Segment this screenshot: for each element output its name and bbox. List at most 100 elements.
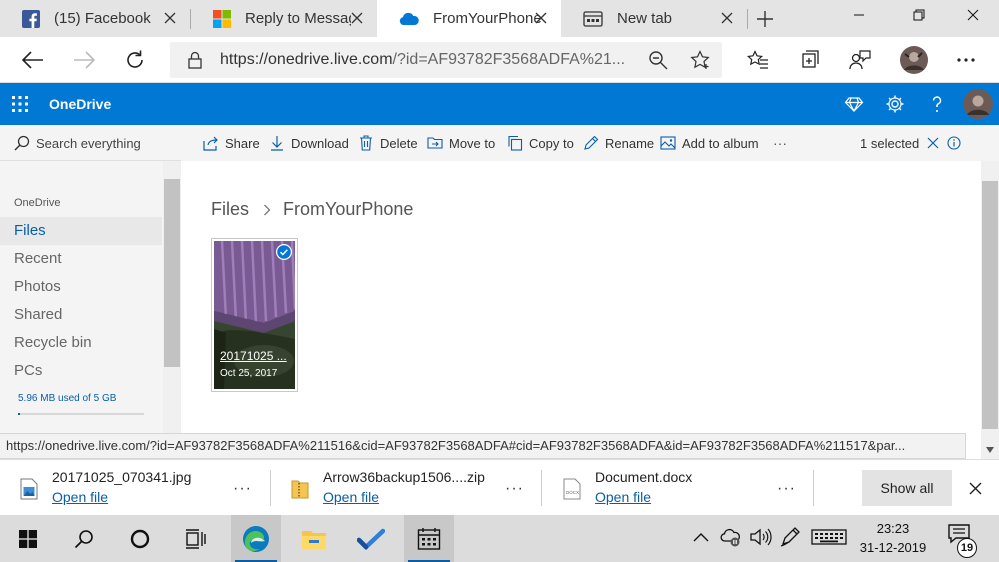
share-icon (203, 136, 218, 151)
close-icon[interactable] (969, 482, 982, 495)
nav-scrollbar[interactable] (163, 161, 181, 433)
close-icon[interactable] (533, 10, 549, 26)
onedrive-sync-icon[interactable] (720, 527, 742, 547)
volume-icon[interactable] (750, 527, 772, 547)
file-name[interactable]: 20171025 ... (220, 349, 287, 363)
storage-usage-text[interactable]: 5.96 MB used of 5 GB (18, 393, 116, 404)
new-tab-button[interactable] (742, 4, 788, 34)
download-item[interactable]: Arrow36backup1506....zip Open file ··· (291, 460, 541, 516)
cortana-button[interactable] (115, 515, 165, 562)
account-avatar[interactable] (963, 89, 993, 119)
notification-count-badge: 19 (957, 538, 977, 558)
action-center-button[interactable]: 19 (948, 524, 978, 558)
refresh-button[interactable] (122, 47, 148, 73)
show-all-downloads-button[interactable]: Show all (862, 470, 952, 506)
download-divider (813, 470, 814, 506)
nav-item-photos[interactable]: Photos (0, 273, 162, 301)
download-item[interactable]: 20171025_070341.jpg Open file ··· (20, 460, 270, 516)
pen-ink-icon[interactable] (780, 527, 802, 547)
app-title[interactable]: OneDrive (49, 96, 111, 112)
start-button[interactable] (3, 515, 53, 562)
clear-selection-icon[interactable] (927, 137, 939, 149)
taskbar-todo[interactable] (346, 515, 396, 562)
nav-item-files[interactable]: Files (0, 217, 162, 245)
task-view-button[interactable] (171, 515, 221, 562)
taskbar-calendar[interactable] (404, 515, 454, 562)
move-to-button[interactable]: Move to (427, 125, 495, 161)
collections-button[interactable] (796, 47, 822, 73)
nav-item-pcs[interactable]: PCs (0, 357, 162, 385)
file-explorer-folder-icon (302, 530, 326, 549)
scrollbar-thumb[interactable] (982, 181, 998, 429)
close-icon[interactable] (162, 10, 178, 26)
download-item[interactable]: DOCX Document.docx Open file ··· (563, 460, 813, 516)
tab-facebook[interactable]: (15) Facebook (0, 0, 190, 37)
clock-time: 23:23 (876, 521, 910, 536)
photo-image (214, 241, 295, 389)
file-tile[interactable]: 20171025 ... Oct 25, 2017 (211, 238, 298, 392)
command-bar: Share Download Delete Move to Copy to Re… (181, 125, 999, 161)
calendar-icon (417, 527, 441, 550)
more-commands-button[interactable]: ··· (773, 125, 787, 161)
cortana-circle-icon (130, 529, 150, 548)
touch-keyboard-icon[interactable] (811, 527, 847, 547)
zoom-icon[interactable] (648, 50, 668, 70)
main-scrollbar[interactable] (981, 161, 999, 459)
premium-diamond-icon[interactable] (844, 94, 864, 114)
favorite-star-icon[interactable] (690, 50, 710, 70)
search-input[interactable]: Search everything (0, 125, 181, 161)
info-icon[interactable] (947, 136, 961, 150)
search-placeholder: Search everything (36, 136, 141, 151)
forward-button[interactable] (71, 47, 97, 73)
nav-item-recent[interactable]: Recent (0, 245, 162, 273)
close-window-button[interactable] (950, 0, 996, 30)
download-more-button[interactable]: ··· (777, 480, 796, 498)
tab-new-tab[interactable]: New tab (561, 0, 747, 37)
url-text[interactable]: https://onedrive.live.com/?id=AF93782F35… (220, 51, 625, 69)
nav-item-shared[interactable]: Shared (0, 301, 162, 329)
open-file-link[interactable]: Open file (595, 489, 651, 505)
windows-logo-icon (19, 529, 37, 548)
feedback-button[interactable] (847, 47, 873, 73)
download-divider (541, 470, 542, 506)
close-icon (967, 9, 979, 21)
rename-button[interactable]: Rename (583, 125, 654, 161)
close-icon[interactable] (719, 10, 735, 26)
scrollbar-thumb[interactable] (164, 179, 180, 367)
download-more-button[interactable]: ··· (505, 480, 524, 498)
add-to-album-button[interactable]: Add to album (660, 125, 759, 161)
minimize-button[interactable] (836, 0, 882, 30)
tab-fromyourphone[interactable]: FromYourPhone - (377, 0, 561, 37)
nav-item-recycle-bin[interactable]: Recycle bin (0, 329, 162, 357)
download-file-name: Arrow36backup1506....zip (323, 469, 485, 485)
restore-button[interactable] (896, 0, 942, 30)
tab-reply-to-message[interactable]: Reply to Message (191, 0, 377, 37)
copy-to-button[interactable]: Copy to (507, 125, 574, 161)
open-file-link[interactable]: Open file (323, 489, 379, 505)
share-button[interactable]: Share (203, 125, 260, 161)
profile-avatar[interactable] (898, 44, 930, 76)
close-icon[interactable] (349, 10, 365, 26)
file-list-area: Files FromYourPhone 20171025 ... Oct 25,… (181, 161, 981, 433)
chevron-up-icon[interactable] (693, 530, 709, 546)
help-icon[interactable] (927, 94, 947, 114)
scroll-down-arrow-icon[interactable] (986, 447, 994, 453)
download-button[interactable]: Download (269, 125, 349, 161)
back-button[interactable] (20, 47, 46, 73)
app-launcher-icon[interactable] (11, 95, 29, 113)
checkmark-icon[interactable] (275, 243, 293, 261)
breadcrumb-files[interactable]: Files (211, 199, 249, 220)
delete-button[interactable]: Delete (358, 125, 418, 161)
breadcrumb: Files FromYourPhone (211, 199, 413, 220)
taskbar-edge[interactable] (231, 515, 281, 562)
gear-icon[interactable] (885, 94, 905, 114)
edge-browser-icon (243, 525, 269, 552)
favorites-button[interactable] (745, 47, 771, 73)
taskbar-file-explorer[interactable] (289, 515, 339, 562)
address-bar[interactable]: https://onedrive.live.com/?id=AF93782F35… (170, 42, 722, 78)
system-clock[interactable]: 23:23 31-12-2019 (848, 519, 938, 557)
download-more-button[interactable]: ··· (233, 480, 252, 498)
open-file-link[interactable]: Open file (52, 489, 108, 505)
taskbar-search-button[interactable] (59, 515, 109, 562)
settings-more-button[interactable] (953, 47, 979, 73)
